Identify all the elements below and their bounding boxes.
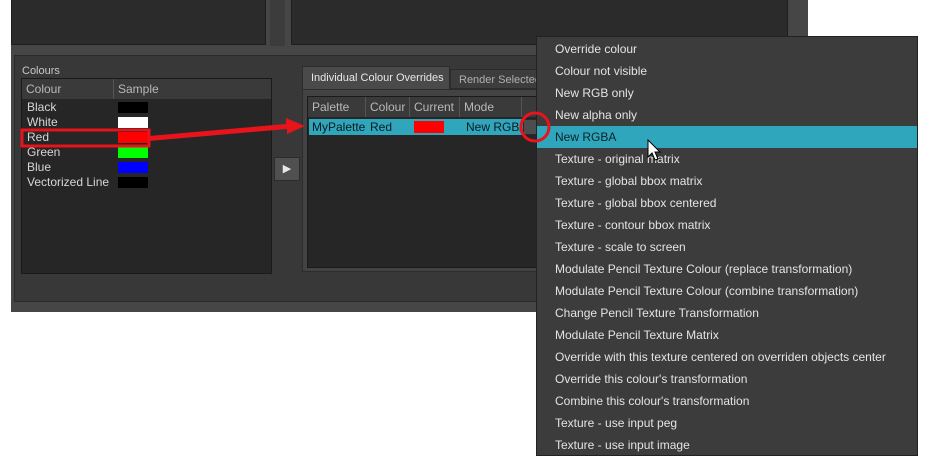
- highlight-circle: [519, 111, 551, 143]
- annotation-arrow-icon: [149, 118, 305, 141]
- highlight-box: [20, 128, 151, 148]
- mouse-cursor-icon: [647, 138, 662, 161]
- annotation-overlay: [20, 111, 662, 161]
